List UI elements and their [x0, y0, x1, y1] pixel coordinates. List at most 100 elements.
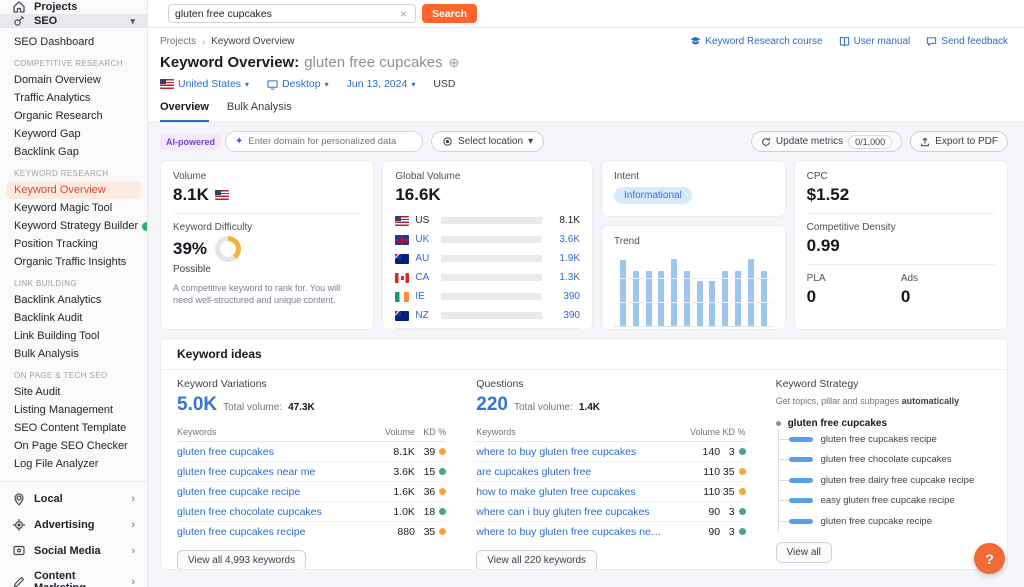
uk-flag-icon	[395, 235, 409, 245]
volume-cell: 1.6K	[374, 482, 415, 502]
questions-count[interactable]: 220	[476, 394, 508, 416]
kd-cell: 35	[720, 482, 746, 502]
sidebar-item-listing-management[interactable]: Listing Management	[0, 401, 147, 419]
questions-total-value: 1.4K	[579, 402, 600, 413]
book-icon	[839, 36, 850, 47]
sidebar-item-keyword-gap[interactable]: Keyword Gap	[0, 125, 147, 143]
sidebar-item-link-building-tool[interactable]: Link Building Tool	[0, 327, 147, 345]
sidebar-item-backlink-analytics[interactable]: Backlink Analytics	[0, 291, 147, 309]
sidebar-item-seo-dashboard[interactable]: SEO Dashboard	[0, 33, 147, 51]
geo-value[interactable]: 390	[548, 291, 580, 302]
update-metrics-label: Update metrics	[776, 136, 843, 147]
update-metrics-button[interactable]: Update metrics 0/1,000	[751, 131, 902, 152]
volume-cell: 140	[687, 442, 720, 462]
domain-input[interactable]	[248, 136, 413, 147]
trend-label: Trend	[614, 236, 773, 247]
col-header-keywords[interactable]: Keywords	[177, 424, 374, 442]
keyword-link[interactable]: gluten free cupcakes recipe	[177, 526, 367, 538]
tab-overview[interactable]: Overview	[160, 101, 209, 122]
sidebar-item-social-media[interactable]: Social Media›	[0, 538, 147, 564]
col-header-kd[interactable]: KD %	[720, 424, 746, 442]
sidebar-item-domain-overview[interactable]: Domain Overview	[0, 71, 147, 89]
add-keyword-icon[interactable]: ⊕	[449, 55, 460, 71]
variations-title: Keyword Variations	[177, 378, 446, 390]
view-all-strategy-button[interactable]: View all	[776, 542, 832, 563]
tab-bulk-analysis[interactable]: Bulk Analysis	[227, 101, 292, 122]
seo-tool-icon	[12, 14, 26, 28]
view-all-variations-button[interactable]: View all 4,993 keywords	[177, 550, 306, 571]
keyword-link[interactable]: where to buy gluten free cupcakes near m…	[476, 526, 666, 538]
select-location-dropdown[interactable]: Select location ▾	[431, 131, 544, 152]
course-link[interactable]: Keyword Research course	[690, 36, 822, 47]
geo-code[interactable]: AU	[415, 253, 435, 264]
geo-value[interactable]: 3.6K	[548, 234, 580, 245]
strategy-child-node: gluten free chocolate cupcakes	[779, 450, 991, 471]
keyword-link[interactable]: where to buy gluten free cupcakes	[476, 446, 666, 458]
country-filter[interactable]: United States ▾	[160, 78, 249, 90]
sidebar-item-seo-content-template[interactable]: SEO Content Template	[0, 419, 147, 437]
geo-value[interactable]: 1.3K	[548, 272, 580, 283]
sidebar-item-position-tracking[interactable]: Position Tracking	[0, 235, 147, 253]
sidebar-item-advertising[interactable]: Advertising›	[0, 512, 147, 538]
breadcrumb-projects[interactable]: Projects	[160, 36, 196, 47]
help-button[interactable]: ?	[974, 543, 1005, 574]
intent-badge[interactable]: Informational	[614, 187, 692, 204]
export-icon	[920, 137, 930, 147]
view-all-questions-button[interactable]: View all 220 keywords	[476, 550, 597, 571]
sidebar-item-log-file-analyzer[interactable]: Log File Analyzer	[0, 455, 147, 473]
col-header-volume[interactable]: Volume	[374, 424, 415, 442]
geo-row-au: AU 1.9K	[395, 249, 580, 268]
sidebar-section-link-building: LINK BUILDING	[0, 271, 147, 291]
sidebar-item-backlink-audit[interactable]: Backlink Audit	[0, 309, 147, 327]
keyword-link[interactable]: gluten free chocolate cupcakes	[177, 506, 367, 518]
table-row: where to buy gluten free cupcakes1403	[476, 442, 745, 462]
search-button[interactable]: Search	[422, 4, 477, 23]
kd-cell: 35	[720, 462, 746, 482]
keyword-link[interactable]: gluten free cupcakes near me	[177, 466, 367, 478]
gridline	[614, 302, 773, 303]
search-input[interactable]	[175, 8, 398, 20]
sidebar-item-onpage-seo-checker[interactable]: On Page SEO Checker	[0, 437, 147, 455]
col-header-volume[interactable]: Volume	[687, 424, 720, 442]
geo-code[interactable]: NZ	[415, 310, 435, 321]
table-row: are cupcakes gluten free11035	[476, 462, 745, 482]
sidebar-item-keyword-overview[interactable]: Keyword Overview	[6, 181, 141, 199]
sidebar-section-onpage: ON PAGE & TECH SEO	[0, 363, 147, 383]
col-header-keywords[interactable]: Keywords	[476, 424, 687, 442]
keyword-link[interactable]: gluten free cupcake recipe	[177, 486, 367, 498]
sidebar-item-backlink-gap[interactable]: Backlink Gap	[0, 143, 147, 161]
device-filter[interactable]: Desktop ▾	[267, 78, 329, 90]
keyword-link[interactable]: gluten free cupcakes	[177, 446, 367, 458]
sidebar-item-bulk-analysis[interactable]: Bulk Analysis	[0, 345, 147, 363]
keyword-link[interactable]: are cupcakes gluten free	[476, 466, 666, 478]
sidebar-item-keyword-magic-tool[interactable]: Keyword Magic Tool	[0, 199, 147, 217]
clear-search-icon[interactable]: ×	[398, 7, 409, 21]
ads-label: Ads	[901, 273, 995, 284]
keyword-link[interactable]: how to make gluten free cupcakes	[476, 486, 666, 498]
sidebar-item-organic-traffic-insights[interactable]: Organic Traffic Insights	[0, 253, 147, 271]
sidebar-item-projects[interactable]: Projects	[0, 0, 147, 14]
sidebar-item-content-marketing[interactable]: Content Marketing›	[0, 564, 147, 587]
export-pdf-button[interactable]: Export to PDF	[910, 131, 1008, 152]
sidebar-item-organic-research[interactable]: Organic Research	[0, 107, 147, 125]
col-header-kd[interactable]: KD %	[415, 424, 446, 442]
sidebar-item-traffic-analytics[interactable]: Traffic Analytics	[0, 89, 147, 107]
chevron-down-icon: ▾	[411, 80, 415, 89]
refresh-icon	[761, 137, 771, 147]
sidebar-item-keyword-strategy-builder[interactable]: Keyword Strategy BuilderNEW	[0, 217, 147, 235]
keyword-link[interactable]: where can i buy gluten free cupcakes	[476, 506, 666, 518]
strategy-subtitle: Get topics, pillar and subpages automati…	[776, 396, 991, 406]
geo-value[interactable]: 1.9K	[548, 253, 580, 264]
geo-code[interactable]: IE	[415, 291, 435, 302]
date-filter[interactable]: Jun 13, 2024 ▾	[347, 78, 416, 90]
geo-code[interactable]: UK	[415, 234, 435, 245]
geo-code[interactable]: CA	[415, 272, 435, 283]
sidebar-item-site-audit[interactable]: Site Audit	[0, 383, 147, 401]
trend-bar	[697, 281, 703, 326]
variations-count[interactable]: 5.0K	[177, 394, 217, 416]
send-feedback-link[interactable]: Send feedback	[926, 36, 1008, 47]
user-manual-link[interactable]: User manual	[839, 36, 911, 47]
geo-value[interactable]: 390	[548, 310, 580, 321]
sidebar-item-seo[interactable]: SEO ▾	[0, 14, 147, 28]
sidebar-item-local[interactable]: Local›	[0, 486, 147, 512]
